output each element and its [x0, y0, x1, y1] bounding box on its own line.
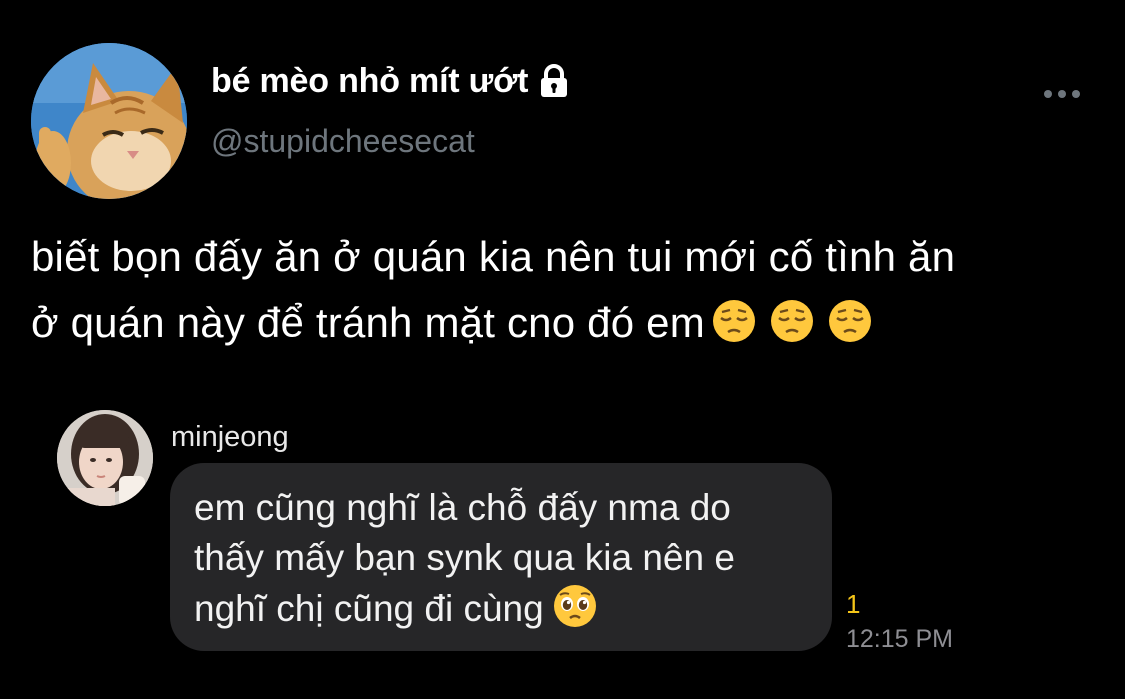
pensive-face-icon: [711, 298, 757, 344]
message-text: em cũng nghĩ là chỗ đấy nma do thấy mấy …: [194, 483, 810, 634]
reply-avatar[interactable]: [57, 410, 153, 506]
orange-cat-avatar-image: [31, 43, 187, 199]
pleading-face-icon: [552, 583, 598, 629]
lock-icon: [536, 63, 572, 99]
tweet-text: biết bọn đấy ăn ở quán kia nên tui mới c…: [31, 224, 1111, 356]
message-bubble[interactable]: em cũng nghĩ là chỗ đấy nma do thấy mấy …: [170, 463, 832, 651]
display-name-text: bé mèo nhỏ mít ướt: [211, 62, 529, 100]
user-handle[interactable]: @stupidcheesecat: [211, 118, 475, 164]
message-timestamp: 12:15 PM: [846, 625, 954, 653]
pensive-face-icon: [769, 298, 815, 344]
pensive-face-icon: [827, 298, 873, 344]
message-text-content: em cũng nghĩ là chỗ đấy nma do thấy mấy …: [194, 487, 735, 629]
display-name[interactable]: bé mèo nhỏ mít ướt: [211, 58, 572, 104]
girl-avatar-image: [57, 410, 153, 506]
tweet-emoji-group: [711, 298, 873, 344]
profile-avatar[interactable]: [31, 43, 187, 199]
more-horizontal-icon[interactable]: [1038, 82, 1086, 106]
reply-sender-name: minjeong: [171, 421, 289, 453]
read-count: 1: [846, 589, 861, 619]
